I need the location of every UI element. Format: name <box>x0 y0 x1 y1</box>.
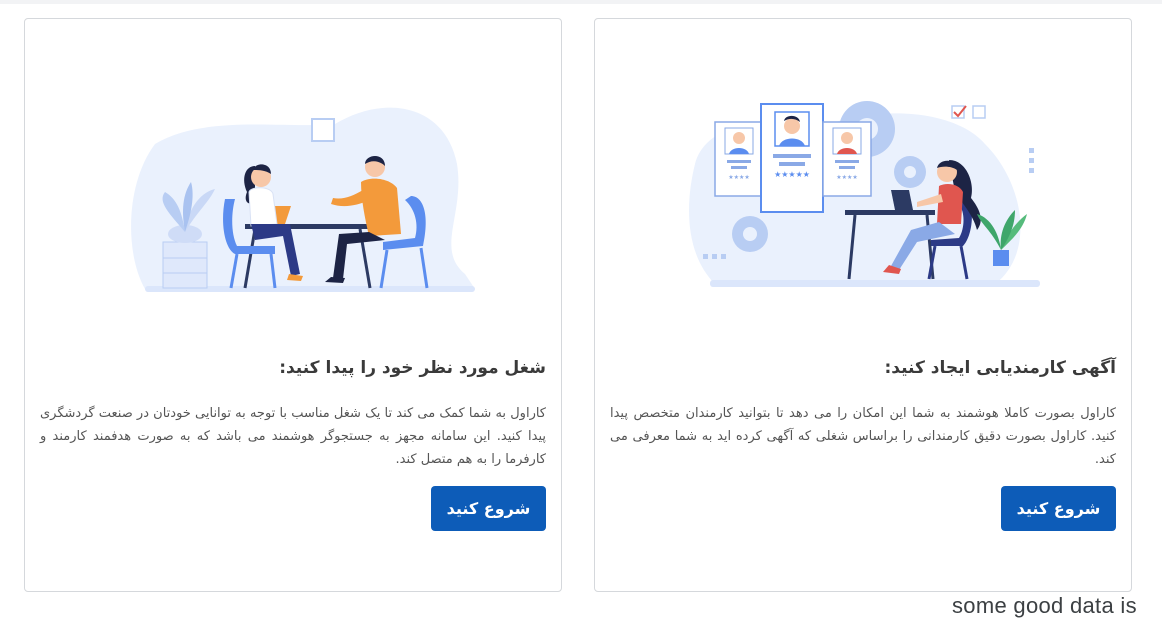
card-description: کاراول بصورت کاملا هوشمند به شما این امک… <box>610 406 1116 467</box>
job-interview-illustration <box>131 107 476 292</box>
start-button[interactable]: شروع کنید <box>431 486 546 531</box>
page: شغل مورد نظر خود را پیدا کنید: کاراول به… <box>0 0 1162 621</box>
card-description: کاراول به شما کمک می کند تا یک شغل مناسب… <box>40 406 546 467</box>
svg-text:★★★★: ★★★★ <box>836 174 858 181</box>
overflow-caption: some good data is <box>952 593 1137 618</box>
create-job-ad-card: ★★★★ ★★★★★ ★★★★ آگهی کارمندیابی ایجاد کن… <box>594 18 1132 592</box>
card-title: شغل مورد نظر خود را پیدا کنید: <box>279 358 546 378</box>
svg-text:★★★★★: ★★★★★ <box>774 170 810 179</box>
top-divider <box>0 0 1162 4</box>
card-title: آگهی کارمندیابی ایجاد کنید: <box>884 358 1116 378</box>
svg-text:★★★★: ★★★★ <box>728 174 750 181</box>
find-job-card: شغل مورد نظر خود را پیدا کنید: کاراول به… <box>24 18 562 592</box>
start-button[interactable]: شروع کنید <box>1001 486 1116 531</box>
recruiter-resumes-illustration: ★★★★ ★★★★★ ★★★★ <box>689 101 1040 287</box>
